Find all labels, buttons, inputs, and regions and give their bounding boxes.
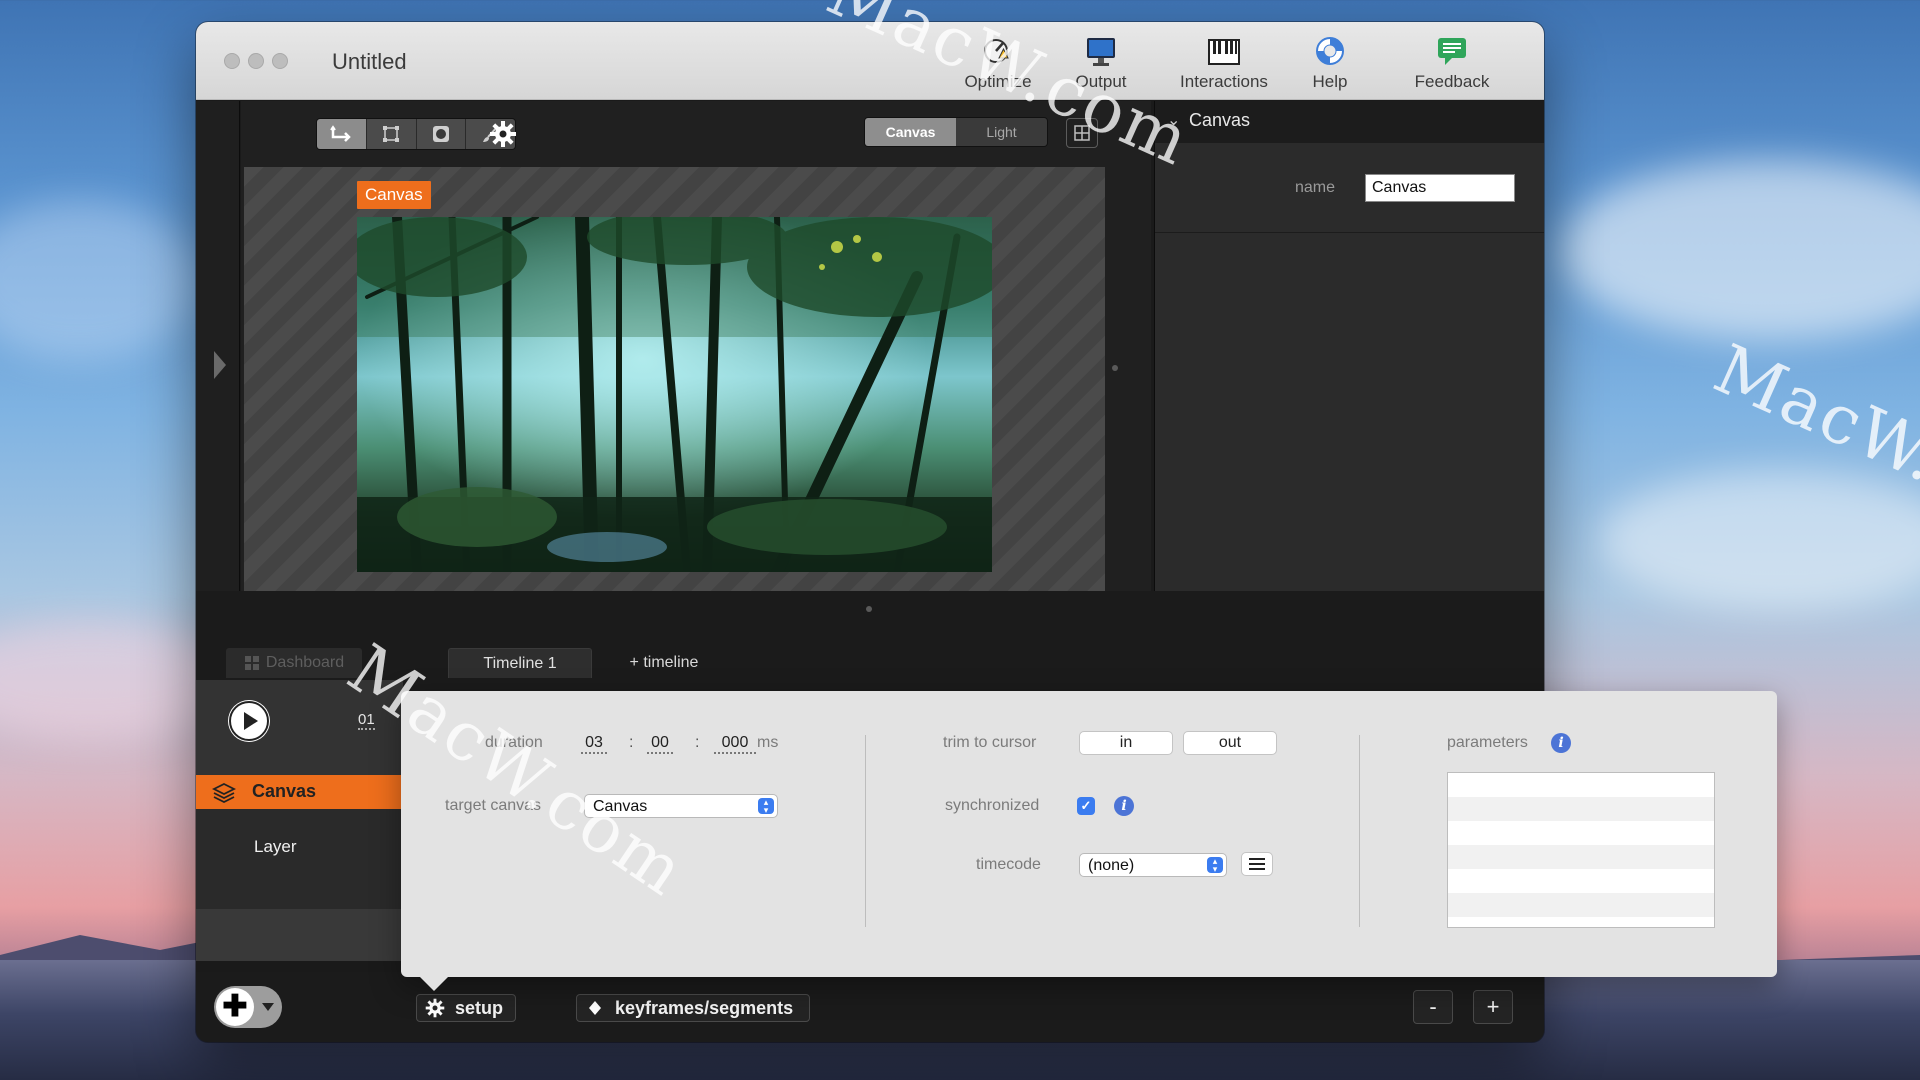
canvas-tag[interactable]: Canvas — [357, 181, 431, 209]
timecode-menu-button[interactable] — [1241, 852, 1273, 876]
setup-button[interactable]: setup — [416, 994, 517, 1022]
name-label: name — [1295, 179, 1336, 196]
chat-icon — [1402, 34, 1502, 68]
parameters-list[interactable] — [1447, 772, 1715, 928]
section-divider — [1359, 735, 1360, 927]
timeline-canvas-row[interactable]: Canvas — [196, 775, 403, 809]
inspector-section-header[interactable]: ⌄ Canvas — [1155, 101, 1544, 143]
canvas-mode-button[interactable]: Canvas — [865, 118, 956, 146]
popover-tail — [418, 975, 450, 991]
zoom-in-button[interactable]: + — [1473, 990, 1513, 1024]
duration-separator: : — [629, 734, 634, 751]
window-title: Untitled — [332, 49, 407, 74]
bottom-bar: ✚ setup keyframes/segments - + — [196, 972, 1544, 1042]
plus-icon: ✚ — [216, 988, 254, 1026]
transform-tool-button[interactable] — [366, 119, 417, 149]
viewer-resize-handle[interactable] — [1112, 365, 1118, 371]
toolbar-feedback-label: Feedback — [1414, 72, 1490, 91]
timeline-empty-row — [196, 909, 403, 961]
light-mode-button[interactable]: Light — [956, 118, 1047, 146]
toolbar-help-button[interactable]: Help — [1302, 34, 1358, 92]
canvas-image-bamboo-forest — [357, 217, 992, 572]
mask-tool-button[interactable] — [416, 119, 467, 149]
tab-dashboard[interactable]: Dashboard — [226, 648, 362, 678]
layers-icon — [212, 782, 236, 804]
left-sidebar-collapsed — [196, 101, 240, 591]
duration-frames-field[interactable]: 00 — [647, 734, 673, 754]
timecode-label: timecode — [976, 856, 1041, 873]
dashboard-grid-icon — [244, 656, 259, 670]
trim-in-button[interactable]: in — [1079, 731, 1173, 755]
canvas-viewer: Canvas Light Canvas — [241, 101, 1151, 592]
transform-icon — [383, 126, 400, 142]
canvas-light-toggle: Canvas Light — [864, 117, 1048, 147]
toolbar-help-label: Help — [1312, 72, 1348, 91]
gear-icon — [425, 998, 445, 1018]
play-button[interactable] — [228, 700, 270, 742]
timeline-canvas-label: Canvas — [252, 781, 317, 801]
minimize-window-button[interactable] — [248, 53, 264, 69]
name-field[interactable] — [1365, 174, 1515, 202]
tool-selector — [316, 118, 516, 150]
duration-separator: : — [695, 734, 700, 751]
timecode-select[interactable]: (none) ▴ ▾ — [1079, 853, 1227, 877]
parameters-label: parameters — [1447, 734, 1528, 751]
toolbar-interactions-button[interactable]: Interactions — [1174, 34, 1274, 92]
setup-label: setup — [455, 997, 504, 1018]
add-layer-button[interactable]: ✚ — [214, 986, 282, 1028]
synchronized-checkbox[interactable]: ✓ — [1077, 797, 1095, 815]
trim-out-button[interactable]: out — [1183, 731, 1277, 755]
list-icon — [1249, 858, 1265, 870]
select-icon — [330, 125, 352, 142]
close-window-button[interactable] — [224, 53, 240, 69]
zoom-out-button[interactable]: - — [1413, 990, 1453, 1024]
add-timeline-button[interactable]: + timeline — [614, 648, 714, 678]
toolbar-feedback-button[interactable]: Feedback — [1402, 34, 1502, 92]
duration-ms-field[interactable]: 000 — [714, 734, 756, 754]
keyframes-segments-button[interactable]: keyframes/segments — [576, 994, 811, 1022]
expand-sidebar-arrow-icon[interactable] — [214, 351, 226, 379]
desktop-cloud — [1600, 470, 1920, 610]
synchronized-label: synchronized — [945, 797, 1040, 814]
stepper-icon: ▴ ▾ — [758, 798, 774, 815]
desktop-cloud — [0, 200, 200, 360]
settings-gear-icon[interactable] — [489, 120, 517, 148]
timeline-layers-panel: 01 Canvas Layer — [196, 680, 403, 961]
toolbar-interactions-label: Interactions — [1180, 72, 1268, 91]
dropdown-arrow-icon — [262, 1003, 274, 1011]
select-tool-button[interactable] — [317, 119, 367, 149]
tab-timeline-1[interactable]: Timeline 1 — [448, 648, 592, 678]
play-icon — [229, 701, 269, 741]
diamond-icon — [589, 1001, 601, 1015]
inspector-panel: ⌄ Canvas name — [1154, 101, 1544, 591]
mask-icon — [432, 126, 449, 142]
inspector-name-row: name — [1155, 143, 1544, 233]
parameters-info-icon[interactable]: i — [1551, 733, 1571, 753]
timecode-value: (none) — [1088, 857, 1135, 874]
zoom-window-button[interactable] — [272, 53, 288, 69]
keyboard-icon — [1174, 34, 1274, 68]
trim-to-cursor-label: trim to cursor — [943, 734, 1037, 751]
desktop-cloud — [1560, 160, 1920, 340]
timeline-layer-row[interactable]: Layer — [196, 809, 403, 909]
stepper-icon: ▴ ▾ — [1207, 857, 1223, 874]
panel-resize-handle[interactable] — [866, 606, 872, 612]
duration-seconds-field[interactable]: 03 — [581, 734, 607, 754]
timeline-layer-label: Layer — [254, 837, 297, 856]
synchronized-info-icon[interactable]: i — [1114, 796, 1134, 816]
duration-unit: ms — [757, 734, 779, 751]
tab-dashboard-label: Dashboard — [265, 654, 345, 671]
section-divider — [865, 735, 866, 927]
lifebuoy-icon — [1302, 34, 1358, 68]
keyframes-segments-label: keyframes/segments — [615, 997, 794, 1018]
canvas-stage[interactable]: Canvas — [244, 167, 1105, 592]
